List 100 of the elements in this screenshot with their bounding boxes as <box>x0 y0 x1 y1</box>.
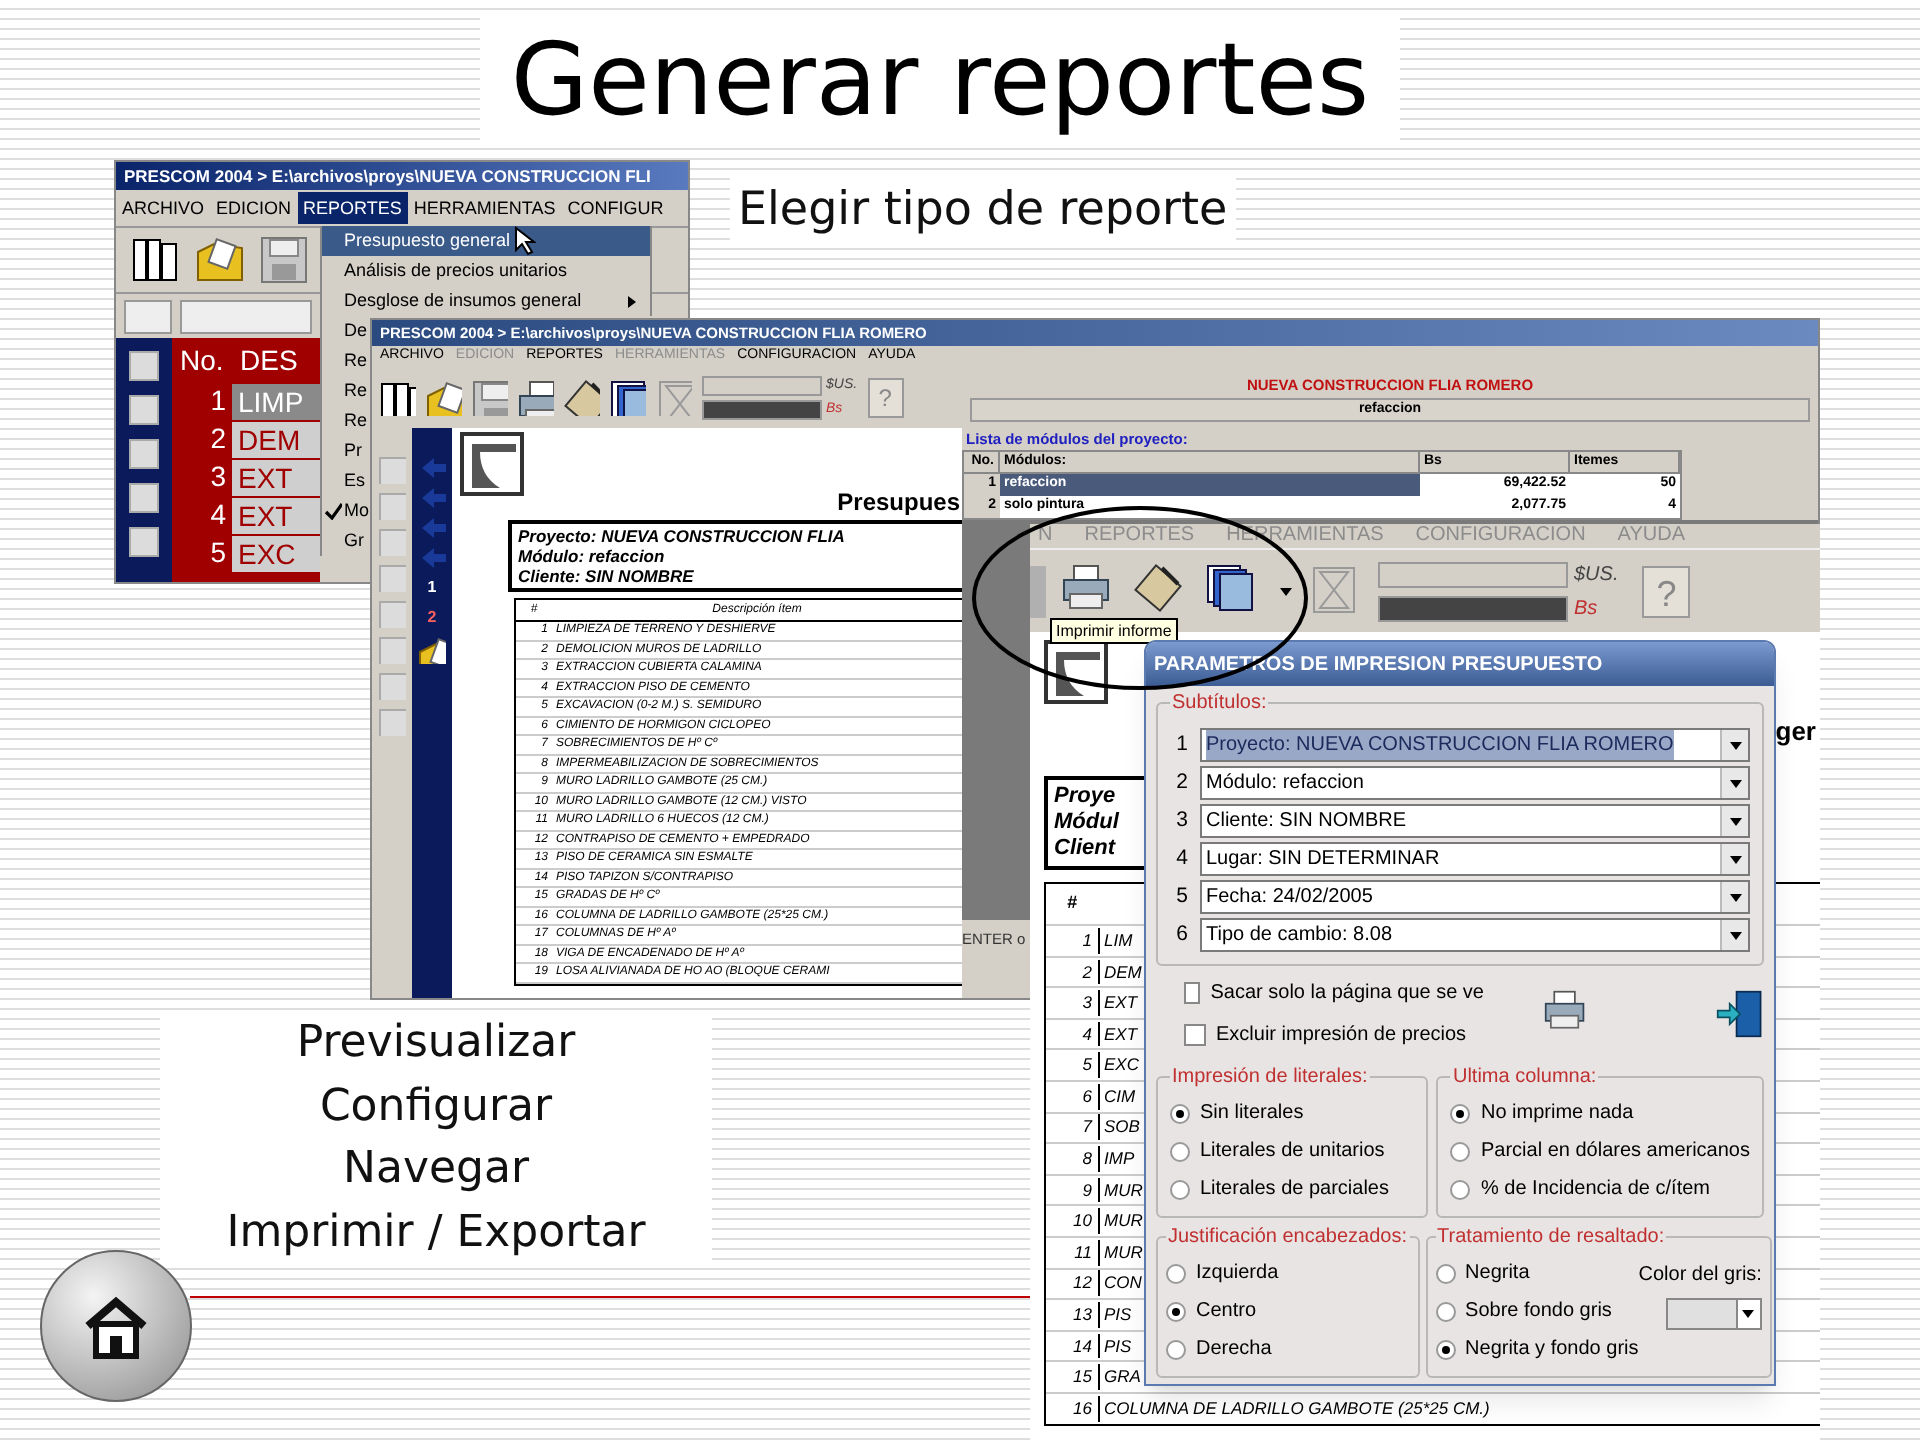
menu-item[interactable]: EDICION <box>210 192 298 224</box>
input-field[interactable] <box>124 299 172 333</box>
menu-item[interactable]: HERRAMIENTAS <box>407 192 562 224</box>
info-line: Proyecto: NUEVA CONSTRUCCION FLIA <box>518 526 847 546</box>
info-line: Módul <box>1054 810 1122 836</box>
input-field[interactable] <box>180 299 312 333</box>
row-number: 5 <box>208 534 228 572</box>
page-number[interactable]: 1 <box>427 576 437 600</box>
radio-label: Negrita y fondo gris <box>1465 1336 1639 1364</box>
row-number: 4 <box>1080 1021 1094 1047</box>
pages-icon[interactable] <box>610 380 646 416</box>
row-number: 16 <box>1071 1395 1094 1422</box>
table-cell[interactable]: EXT <box>232 459 320 495</box>
caret-icon[interactable] <box>1727 927 1743 943</box>
checkbox[interactable] <box>1184 1024 1206 1046</box>
row-number: 4 <box>208 496 228 534</box>
caret-icon[interactable] <box>1727 813 1743 829</box>
radio-button[interactable] <box>1435 1263 1456 1283</box>
table-cell: COLUMNA DE LADRILLO GAMBOTE (25*25 CM.) <box>1098 1395 1490 1422</box>
window-title: PRESCOM 2004 > E:\archivos\proys\NUEVA CONSTRUCCION FLI <box>124 163 651 189</box>
radio-button[interactable] <box>1170 1179 1190 1199</box>
info-line: Client <box>1054 836 1118 862</box>
printer-icon[interactable] <box>518 380 554 416</box>
group-label: Subtítulos: <box>1170 690 1269 718</box>
field-label: Color del gris: <box>1638 1262 1762 1290</box>
row-number: 3 <box>208 458 228 496</box>
menu-item[interactable]: Re <box>320 376 372 406</box>
book-icon[interactable] <box>132 236 180 284</box>
row-number: 3 <box>1174 805 1190 836</box>
row-number: 5 <box>1174 881 1190 912</box>
radio-button[interactable] <box>1450 1103 1471 1123</box>
caret-icon[interactable] <box>1727 775 1743 791</box>
row-number: 3 <box>1080 990 1094 1016</box>
menu-item[interactable]: CONFIGUR <box>561 192 670 224</box>
book-icon[interactable] <box>380 380 416 416</box>
dropdown-field[interactable]: Proyecto: NUEVA CONSTRUCCION FLIA ROMERO <box>1200 728 1750 762</box>
table-cell: IMP <box>1098 1146 1135 1172</box>
column-header: DES <box>238 342 298 380</box>
caret-icon[interactable] <box>1727 889 1743 905</box>
menu-item[interactable]: REPORTES <box>297 192 408 224</box>
tool-icon[interactable] <box>128 438 160 470</box>
currency-field[interactable] <box>702 399 822 420</box>
menu-item[interactable]: Análisis de precios unitarios <box>320 256 652 286</box>
row-number: 11 <box>1072 1239 1094 1266</box>
menu-item[interactable]: Mo <box>320 496 372 526</box>
info-line: Proye <box>1054 784 1118 810</box>
dropdown-field[interactable]: Fecha: 24/02/2005 <box>1200 880 1750 914</box>
checkbox-label: Sacar solo la página que se ve <box>1210 980 1484 1008</box>
menu-item[interactable]: De <box>320 316 372 346</box>
checkbox[interactable] <box>1184 982 1201 1004</box>
group-label: Ultima columna: <box>1450 1064 1599 1092</box>
radio-button[interactable] <box>1166 1263 1186 1283</box>
radio-button[interactable] <box>1170 1103 1190 1123</box>
radio-button[interactable] <box>1450 1141 1471 1161</box>
slide-title: Generar reportes <box>480 16 1400 144</box>
radio-button[interactable] <box>1435 1301 1456 1321</box>
tool-icon[interactable] <box>128 526 160 558</box>
table-cell: LIM <box>1098 927 1133 954</box>
row-number: 14 <box>1071 1333 1094 1359</box>
dropdown-field[interactable]: Módulo: refaccion <box>1200 766 1750 800</box>
dropdown-field[interactable]: Cliente: SIN NOMBRE <box>1200 804 1750 838</box>
currency-field[interactable] <box>1378 595 1568 621</box>
report-heading: Presupues <box>837 488 960 516</box>
currency-field[interactable] <box>702 376 822 397</box>
caret-icon[interactable] <box>1727 737 1743 753</box>
tool-icon[interactable] <box>128 394 160 426</box>
table-cell: MUR <box>1098 1208 1143 1235</box>
radio-button[interactable] <box>1450 1179 1471 1199</box>
clipboard-icon[interactable] <box>564 380 600 416</box>
menu-item[interactable]: Desglose de insumos general <box>320 286 652 316</box>
caret-icon[interactable] <box>1278 583 1294 599</box>
menu-item[interactable]: Re <box>320 406 372 436</box>
radio-label: Izquierda <box>1196 1260 1279 1288</box>
row-number: 2 <box>1080 959 1094 985</box>
caret-icon[interactable] <box>1727 851 1743 867</box>
dropdown-field[interactable]: Lugar: SIN DETERMINAR <box>1200 842 1750 876</box>
caret-icon[interactable] <box>1740 1306 1757 1322</box>
radio-button[interactable] <box>1166 1339 1186 1359</box>
currency-field[interactable] <box>1378 561 1568 587</box>
exit-door-icon[interactable] <box>1716 986 1764 1042</box>
table-cell[interactable]: EXT <box>232 497 320 533</box>
radio-button[interactable] <box>1166 1301 1186 1321</box>
tool-icon[interactable] <box>128 482 160 514</box>
menu-item[interactable]: Re <box>320 346 372 376</box>
menu-item[interactable]: Presupuesto general <box>320 226 652 256</box>
color-dropdown[interactable] <box>1665 1298 1762 1330</box>
page-number[interactable]: 2 <box>427 606 437 630</box>
dropdown-field[interactable]: Tipo de cambio: 8.08 <box>1200 918 1750 952</box>
radio-button[interactable] <box>1170 1141 1190 1161</box>
group-label: Impresión de literales: <box>1170 1064 1370 1092</box>
column-header: # <box>1064 890 1079 917</box>
row-number: 1 <box>1080 927 1094 954</box>
tool-icon[interactable] <box>128 350 160 382</box>
radio-label: Negrita <box>1465 1260 1530 1288</box>
group-label: Tratamiento de resaltado: <box>1435 1224 1667 1252</box>
radio-button[interactable] <box>1435 1339 1456 1359</box>
table-cell[interactable]: EXC <box>232 535 320 571</box>
menu-item[interactable]: ARCHIVO <box>116 192 211 224</box>
row-number: 1 <box>1174 729 1190 760</box>
table-cell[interactable]: DEM <box>232 421 320 457</box>
